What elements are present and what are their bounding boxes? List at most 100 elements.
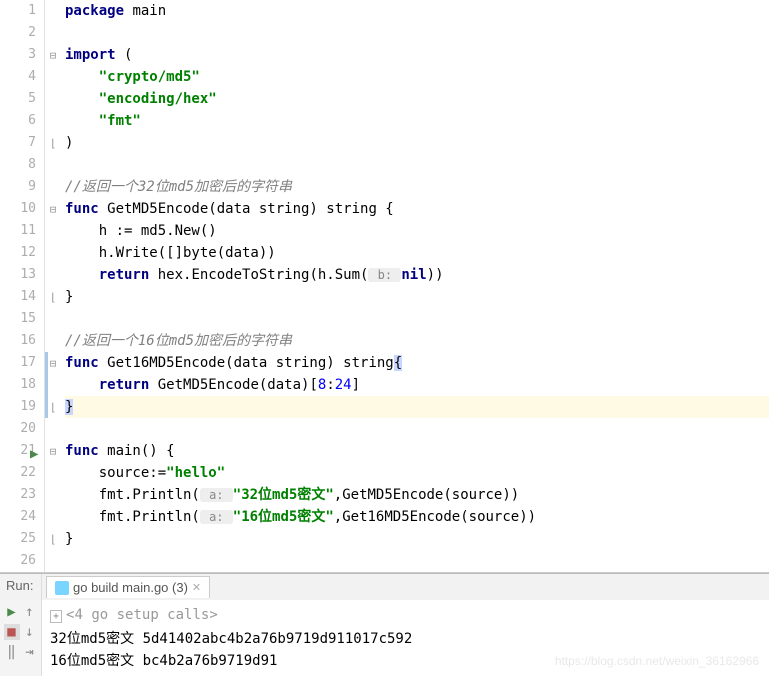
code-line[interactable]: "fmt" bbox=[65, 110, 769, 132]
code-line[interactable]: fmt.Println( a: "32位md5密文",GetMD5Encode(… bbox=[65, 484, 769, 506]
code-line[interactable]: } bbox=[65, 528, 769, 550]
console-output[interactable]: + <4 go setup calls> 32位md5密文 5d41402abc4… bbox=[42, 600, 769, 676]
code-line[interactable]: //返回一个16位md5加密后的字符串 bbox=[65, 330, 769, 352]
line-number: 18 bbox=[0, 374, 36, 396]
fold-marker-icon[interactable]: ⊟ bbox=[45, 440, 61, 462]
code-line[interactable] bbox=[65, 418, 769, 440]
identifier: main bbox=[124, 3, 166, 19]
close-icon[interactable]: ✕ bbox=[192, 581, 201, 594]
line-number: 6 bbox=[0, 110, 36, 132]
keyword: return bbox=[65, 267, 149, 283]
text: source:= bbox=[65, 465, 166, 481]
line-number: 14 bbox=[0, 286, 36, 308]
soft-wrap-button[interactable]: ⇥ bbox=[22, 644, 38, 660]
code-line[interactable]: "crypto/md5" bbox=[65, 66, 769, 88]
change-indicator bbox=[45, 352, 48, 374]
watermark-text: https://blog.csdn.net/weixin_36162966 bbox=[555, 650, 759, 672]
run-panel-label: Run: bbox=[0, 574, 42, 600]
text: ,Get16MD5Encode(source)) bbox=[334, 509, 536, 525]
brace-highlight: } bbox=[65, 399, 73, 415]
line-number: 3 bbox=[0, 44, 36, 66]
code-line[interactable]: ) bbox=[65, 132, 769, 154]
comment: //返回一个32位md5加密后的字符串 bbox=[65, 179, 292, 195]
line-number: 20 bbox=[0, 418, 36, 440]
code-line[interactable]: //返回一个32位md5加密后的字符串 bbox=[65, 176, 769, 198]
code-line[interactable]: source:="hello" bbox=[65, 462, 769, 484]
code-line[interactable]: fmt.Println( a: "16位md5密文",Get16MD5Encod… bbox=[65, 506, 769, 528]
text: Get16MD5Encode(data string) string bbox=[99, 355, 394, 371]
parameter-hint: a: bbox=[200, 488, 233, 502]
fold-end-icon: ⌊ bbox=[45, 528, 61, 550]
code-line[interactable]: import ( bbox=[65, 44, 769, 66]
code-line[interactable] bbox=[65, 22, 769, 44]
go-file-icon bbox=[55, 581, 69, 595]
line-number: 16 bbox=[0, 330, 36, 352]
line-number: 10 bbox=[0, 198, 36, 220]
change-indicator bbox=[45, 374, 48, 396]
code-line[interactable]: } bbox=[65, 286, 769, 308]
code-line[interactable]: h.Write([]byte(data)) bbox=[65, 242, 769, 264]
keyword: package bbox=[65, 3, 124, 19]
output-line: 32位md5密文 5d41402abc4b2a76b9719d911017c59… bbox=[50, 631, 412, 647]
string-literal: "encoding/hex" bbox=[99, 91, 217, 107]
keyword: func bbox=[65, 201, 99, 217]
code-line[interactable]: return GetMD5Encode(data)[8:24] bbox=[65, 374, 769, 396]
parameter-hint: a: bbox=[200, 510, 233, 524]
line-number: 1 bbox=[0, 0, 36, 22]
text: fmt.Println( bbox=[65, 487, 200, 503]
line-number: 12 bbox=[0, 242, 36, 264]
code-line[interactable] bbox=[65, 154, 769, 176]
line-number: 24 bbox=[0, 506, 36, 528]
code-area[interactable]: package main import ( "crypto/md5" "enco… bbox=[61, 0, 769, 572]
pause-button[interactable]: ‖ bbox=[4, 644, 20, 660]
scroll-down-button[interactable]: ↓ bbox=[22, 624, 38, 640]
text: ( bbox=[116, 47, 133, 63]
stop-button[interactable]: ■ bbox=[4, 624, 20, 640]
code-line[interactable]: return hex.EncodeToString(h.Sum( b: nil)… bbox=[65, 264, 769, 286]
run-gutter-icon[interactable]: ▶ bbox=[30, 443, 38, 465]
code-line[interactable]: package main bbox=[65, 0, 769, 22]
code-line[interactable]: "encoding/hex" bbox=[65, 88, 769, 110]
code-line[interactable] bbox=[65, 550, 769, 572]
brace-highlight: { bbox=[394, 355, 402, 371]
code-line[interactable]: h := md5.New() bbox=[65, 220, 769, 242]
fold-column: ⊟ ⌊ ⊟ ⌊ ⊟ ⌊ ⊟ ⌊ bbox=[45, 0, 61, 572]
line-number: 4 bbox=[0, 66, 36, 88]
comment: //返回一个16位md5加密后的字符串 bbox=[65, 333, 292, 349]
code-editor[interactable]: 1 2 3 4 5 6 7 8 9 10 11 12 13 14 15 16 1… bbox=[0, 0, 769, 573]
expand-icon[interactable]: + bbox=[50, 610, 62, 623]
output-line: 16位md5密文 bc4b2a76b9719d91 bbox=[50, 653, 277, 669]
scroll-up-button[interactable]: ↑ bbox=[22, 604, 38, 620]
line-number: 11 bbox=[0, 220, 36, 242]
line-number: 25 bbox=[0, 528, 36, 550]
run-toolbar: ▶ ↑ ■ ↓ ‖ ⇥ bbox=[0, 600, 42, 676]
text: hex.EncodeToString(h.Sum( bbox=[149, 267, 368, 283]
text: GetMD5Encode(data string) string { bbox=[99, 201, 394, 217]
line-number: 15 bbox=[0, 308, 36, 330]
rerun-button[interactable]: ▶ bbox=[4, 604, 20, 620]
keyword: func bbox=[65, 443, 99, 459]
line-number: 8 bbox=[0, 154, 36, 176]
text: main() { bbox=[99, 443, 175, 459]
line-number: 19 bbox=[0, 396, 36, 418]
string-literal: "fmt" bbox=[99, 113, 141, 129]
text: ] bbox=[352, 377, 360, 393]
run-tab[interactable]: go build main.go (3) ✕ bbox=[46, 576, 210, 598]
fold-marker-icon[interactable]: ⊟ bbox=[45, 44, 61, 66]
fold-marker-icon[interactable]: ⊟ bbox=[45, 198, 61, 220]
output-line: <4 go setup calls> bbox=[66, 607, 218, 623]
text: } bbox=[65, 531, 73, 547]
code-line-current[interactable]: } bbox=[65, 396, 769, 418]
text: } bbox=[65, 289, 73, 305]
code-line[interactable]: ▶func main() { bbox=[65, 440, 769, 462]
line-number: 26 bbox=[0, 550, 36, 572]
code-line[interactable] bbox=[65, 308, 769, 330]
line-number: 7 bbox=[0, 132, 36, 154]
string-literal: "16位md5密文" bbox=[233, 509, 334, 525]
code-line[interactable]: func GetMD5Encode(data string) string { bbox=[65, 198, 769, 220]
string-literal: "32位md5密文" bbox=[233, 487, 334, 503]
code-line[interactable]: func Get16MD5Encode(data string) string{ bbox=[65, 352, 769, 374]
text: h.Write([]byte(data)) bbox=[65, 245, 276, 261]
line-number: 5 bbox=[0, 88, 36, 110]
keyword: return bbox=[65, 377, 149, 393]
